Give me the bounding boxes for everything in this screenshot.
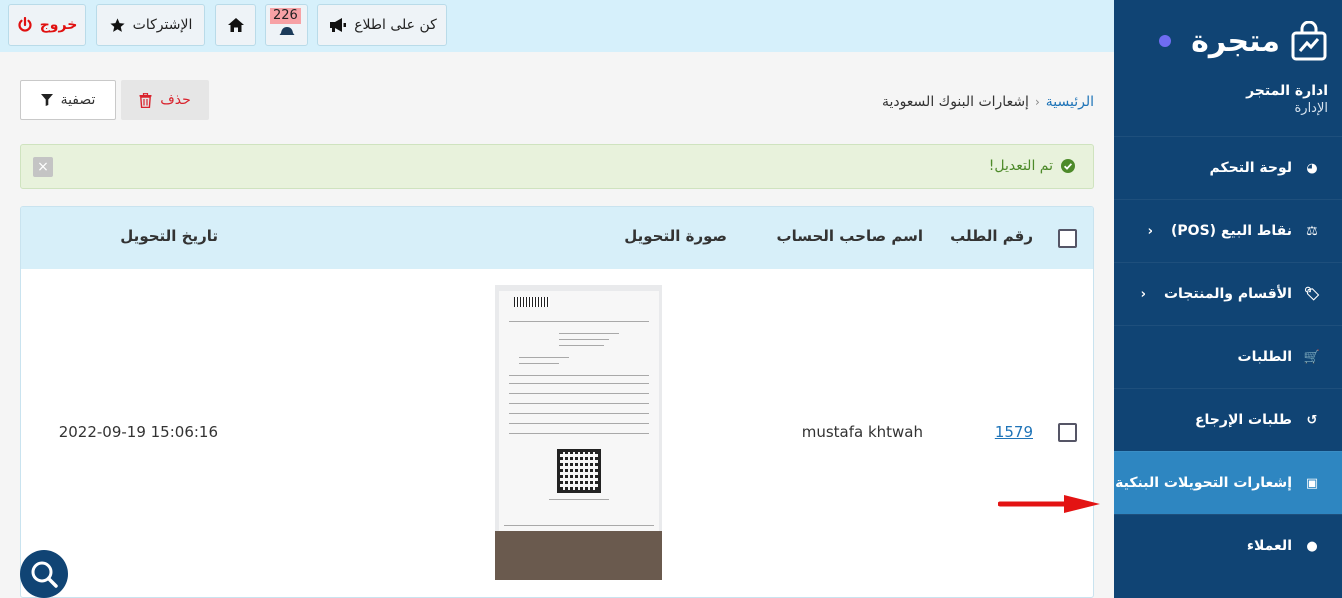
top-bar: خروج الإشتركات 226 كن على اطلاع xyxy=(0,0,1114,52)
filter-button[interactable]: تصفية xyxy=(20,80,116,120)
search-button[interactable] xyxy=(20,550,68,598)
sidebar-menu: ◕ لوحة التحكم ⚖ نقاط البيع (POS) ‹ 🏷 الأقسام و… xyxy=(1114,136,1342,577)
sidebar-item-label: لوحة التحكم xyxy=(1209,160,1292,176)
sidebar-item-label: العملاء xyxy=(1246,538,1292,554)
undo-icon: ↺ xyxy=(1306,412,1318,428)
red-arrow-annotation xyxy=(998,495,1100,513)
home-icon xyxy=(227,18,244,32)
store-info: ادارة المتجر الإدارة xyxy=(1114,82,1342,134)
column-transfer-date: تاريخ التحويل xyxy=(120,227,218,245)
column-account-holder: اسم صاحب الحساب xyxy=(776,227,923,245)
close-icon: × xyxy=(37,159,49,175)
status-dot xyxy=(1159,35,1172,47)
megaphone-icon xyxy=(330,18,347,32)
logout-label: خروج xyxy=(39,17,78,33)
sidebar-item-label: الأقسام والمنتجات xyxy=(1163,286,1292,302)
breadcrumb-current: إشعارات البنوك السعودية xyxy=(881,94,1029,110)
cart-icon: 🛒 xyxy=(1303,349,1321,365)
alert-close-button[interactable]: × xyxy=(33,157,53,177)
breadcrumb-separator: ‹ xyxy=(1034,95,1040,109)
chevron-left-icon: ‹ xyxy=(1147,223,1154,239)
filter-label: تصفية xyxy=(60,92,96,108)
alert-message: تم التعديل! xyxy=(988,158,1053,174)
receipt-barcode xyxy=(514,297,550,307)
delete-button[interactable]: حذف xyxy=(121,80,209,120)
breadcrumb-home-link[interactable]: الرئيسية xyxy=(1046,94,1094,110)
notifications-badge: 226 xyxy=(270,8,301,24)
trash-icon xyxy=(139,92,152,108)
sidebar-item-label: إشعارات التحويلات البنكية xyxy=(1115,475,1292,491)
transfer-date: 2022-09-19 15:06:16 xyxy=(58,423,218,441)
search-icon xyxy=(31,561,58,588)
sidebar-item-6[interactable]: ▣ إشعارات التحويلات البنكية xyxy=(1114,451,1342,514)
user-icon: ● xyxy=(1306,538,1318,554)
shopping-bag-icon xyxy=(1291,21,1327,61)
filter-icon xyxy=(40,94,53,106)
sidebar: متجرة ادارة المتجر الإدارة ◕ لوحة التحكم ⚖… xyxy=(1114,0,1342,598)
column-order-number: رقم الطلب xyxy=(950,227,1033,245)
brand-name: متجرة xyxy=(1191,23,1280,59)
check-circle-icon xyxy=(1061,159,1075,173)
order-number-link[interactable]: 1579 xyxy=(995,423,1033,441)
notifications-button[interactable]: 226 xyxy=(265,4,308,46)
announcements-button[interactable]: كن على اطلاع xyxy=(317,4,447,46)
announcements-label: كن على اطلاع xyxy=(354,17,437,33)
home-button[interactable] xyxy=(215,4,256,46)
dashboard-icon: ◕ xyxy=(1306,160,1318,176)
power-icon xyxy=(18,17,32,32)
store-subtitle: الإدارة xyxy=(1294,101,1328,116)
sidebar-item-label: نقاط البيع (POS) xyxy=(1171,223,1292,239)
column-transfer-image: صورة التحويل xyxy=(624,227,727,245)
table-header: رقم الطلب اسم صاحب الحساب صورة التحويل ت… xyxy=(21,207,1093,269)
transfers-table: رقم الطلب اسم صاحب الحساب صورة التحويل ت… xyxy=(20,206,1094,598)
bell-icon xyxy=(279,27,294,35)
sidebar-item-1[interactable]: ◕ لوحة التحكم xyxy=(1114,136,1342,199)
delete-label: حذف xyxy=(160,92,191,108)
brand-logo[interactable]: متجرة xyxy=(1114,0,1342,82)
sidebar-item-3[interactable]: 🏷 الأقسام والمنتجات ‹ xyxy=(1114,262,1342,325)
scales-icon: ⚖ xyxy=(1306,223,1318,239)
row-checkbox[interactable] xyxy=(1058,423,1077,442)
sidebar-item-5[interactable]: ↺ طلبات الإرجاع xyxy=(1114,388,1342,451)
sidebar-item-label: طلبات الإرجاع xyxy=(1194,412,1292,428)
receipt-qr-code xyxy=(557,449,601,493)
subscriptions-label: الإشتركات xyxy=(132,17,193,33)
money-icon: ▣ xyxy=(1305,475,1319,491)
store-title: ادارة المتجر xyxy=(1246,83,1328,99)
sidebar-item-label: الطلبات xyxy=(1237,349,1292,365)
tag-icon: 🏷 xyxy=(1303,286,1321,302)
main-content: الرئيسية ‹ إشعارات البنوك السعودية حذف ت… xyxy=(0,52,1114,598)
chevron-left-icon: ‹ xyxy=(1140,286,1146,302)
transfer-receipt-image[interactable] xyxy=(495,285,662,580)
account-holder-name: mustafa khtwah xyxy=(801,423,923,441)
sidebar-item-7[interactable]: ● العملاء xyxy=(1114,514,1342,577)
star-icon xyxy=(110,17,125,32)
select-all-checkbox[interactable] xyxy=(1058,229,1077,248)
sidebar-item-4[interactable]: 🛒 الطلبات xyxy=(1114,325,1342,388)
subscriptions-button[interactable]: الإشتركات xyxy=(96,4,205,46)
logout-button[interactable]: خروج xyxy=(8,4,86,46)
sidebar-item-2[interactable]: ⚖ نقاط البيع (POS) ‹ xyxy=(1114,199,1342,262)
success-alert: تم التعديل! × xyxy=(20,144,1094,189)
breadcrumb: الرئيسية ‹ إشعارات البنوك السعودية xyxy=(882,94,1094,110)
